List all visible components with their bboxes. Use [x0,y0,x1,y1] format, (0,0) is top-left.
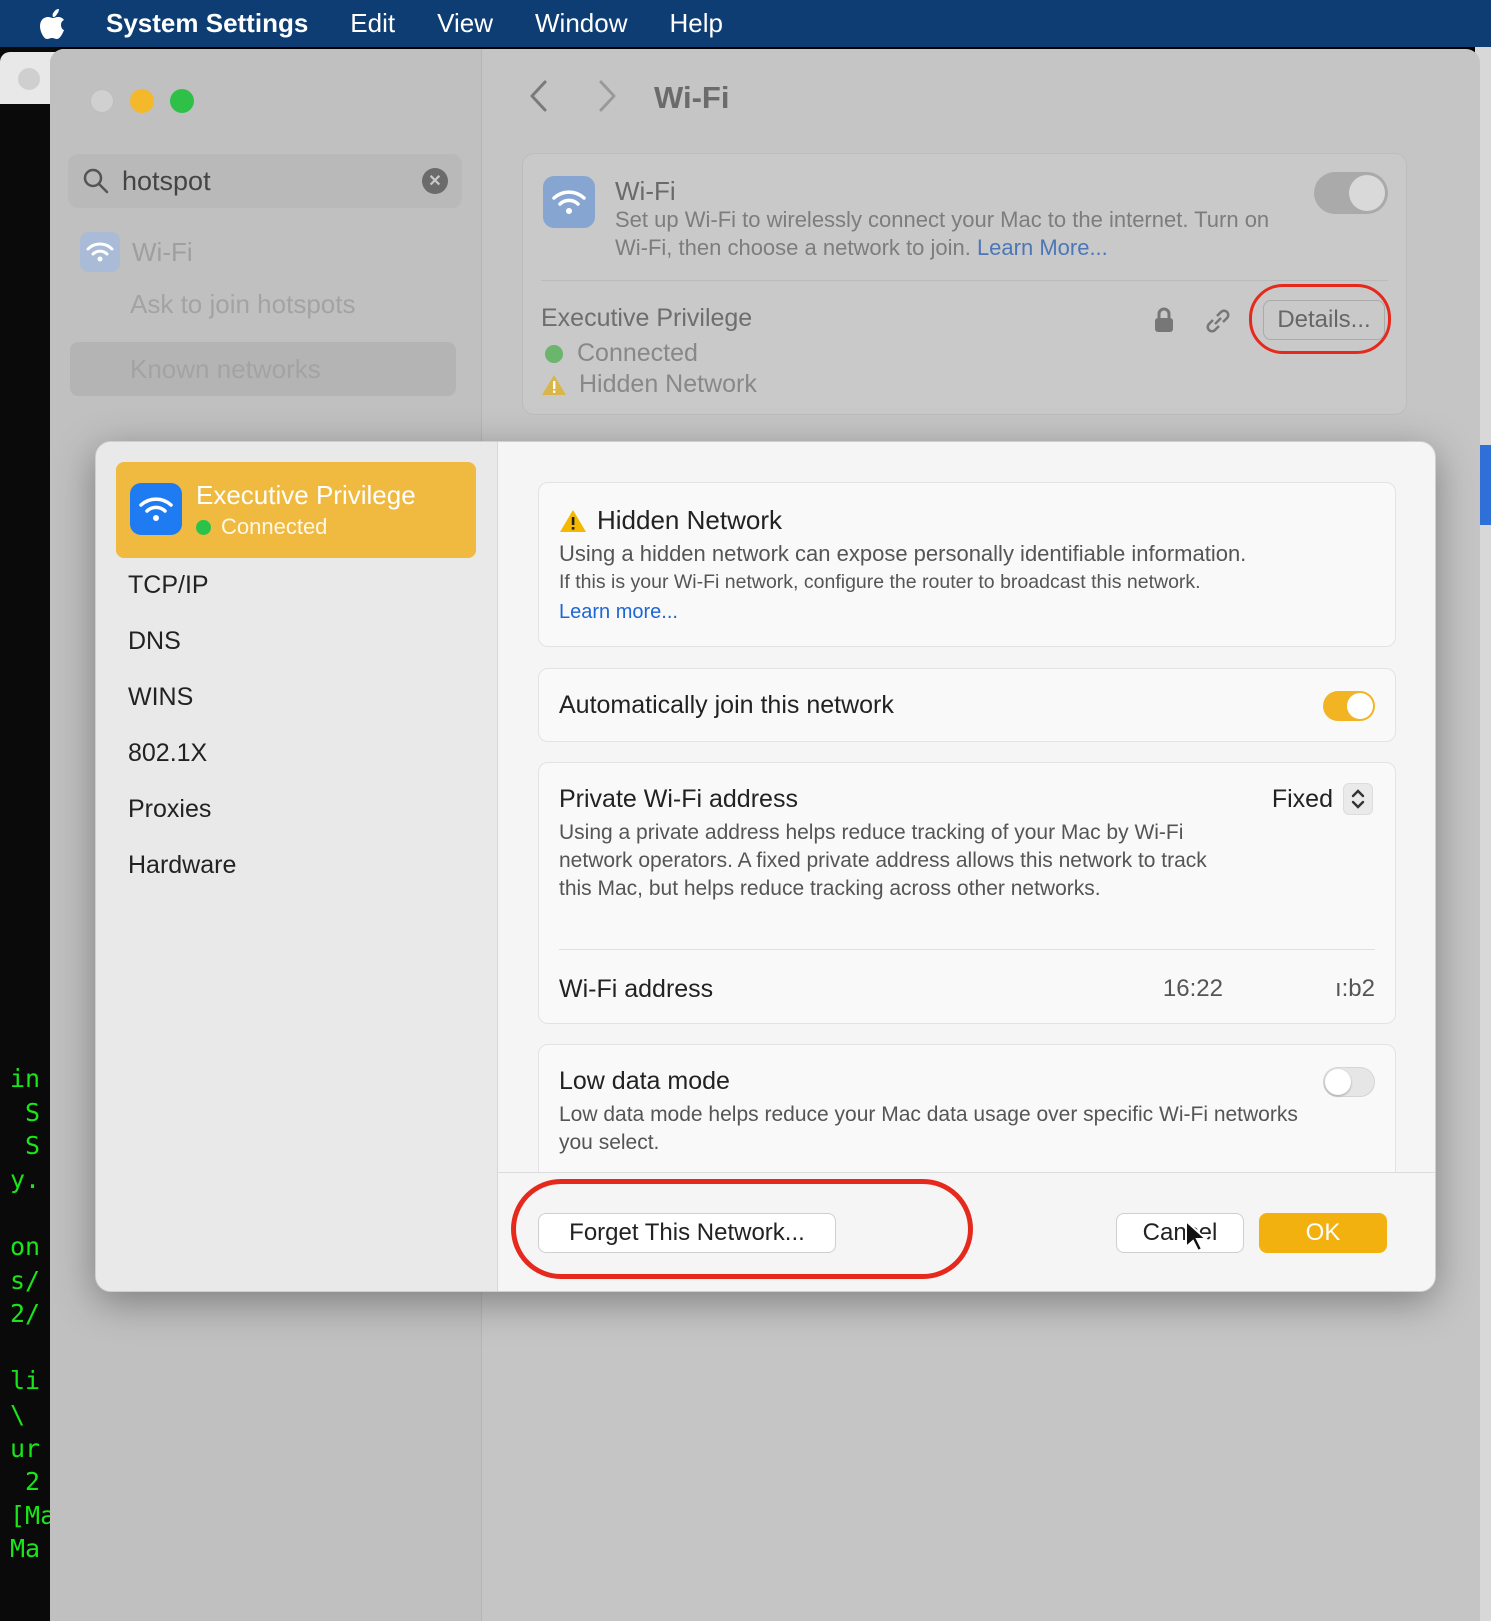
menu-edit[interactable]: Edit [350,8,395,39]
network-details-sheet: Executive Privilege Connected TCP/IP DNS… [95,441,1436,1292]
page-title: Wi-Fi [654,80,730,115]
ok-button[interactable]: OK [1259,1213,1387,1253]
wifi-icon [80,232,120,272]
auto-join-toggle[interactable] [1323,691,1375,721]
connected-dot-icon [196,519,211,535]
updown-chevron-icon [1343,783,1373,815]
sheet-item-dns[interactable]: DNS [128,627,181,656]
sheet-item-8021x[interactable]: 802.1X [128,739,207,768]
network-name: Executive Privilege [541,304,753,332]
link-icon [1203,306,1233,341]
terminal-text: in S S y. on s/ 2/ li \ ur 2 [Ma Ma [10,1064,56,1564]
sheet-item-tcpip[interactable]: TCP/IP [128,571,209,600]
wifi-address-label: Wi-Fi address [559,975,714,1003]
divider [559,949,1375,950]
sheet-item-hardware[interactable]: Hardware [128,851,236,880]
cancel-button[interactable]: Cancel [1116,1213,1244,1253]
network-warning-text: Hidden Network [579,370,757,398]
sheet-sidebar: Executive Privilege Connected TCP/IP DNS… [96,442,498,1291]
wifi-address-start: 16:22 [1162,975,1223,1002]
menu-bar: System Settings Edit View Window Help [0,0,1491,47]
hidden-network-card: Hidden Network Using a hidden network ca… [538,482,1396,647]
wifi-address-value: 16:22 ı:b2 [1163,975,1375,1003]
window-zoom-button[interactable] [170,89,194,113]
sheet-footer: Forget This Network... Cancel OK [498,1172,1435,1291]
lock-icon [1153,306,1175,339]
forget-network-button[interactable]: Forget This Network... [538,1213,836,1253]
sheet-network-status: Connected [196,514,327,540]
search-input[interactable]: hotspot [122,166,422,197]
network-warning: Hidden Network [541,370,757,399]
network-status: Connected [541,339,698,368]
window-minimize-button[interactable] [130,89,154,113]
warning-icon [541,373,567,397]
wifi-title: Wi-Fi [615,176,676,206]
window-close-button[interactable] [90,89,114,113]
low-data-label: Low data mode [559,1067,730,1095]
menu-app-name[interactable]: System Settings [106,8,308,39]
sheet-network-name: Executive Privilege [196,480,416,510]
search-field[interactable]: hotspot ✕ [68,154,462,208]
sidebar-item-known-networks[interactable]: Known networks [70,342,456,396]
hidden-network-desc2: If this is your Wi-Fi network, configure… [559,571,1201,593]
hidden-network-title-text: Hidden Network [597,505,782,535]
private-address-select[interactable]: Fixed [1272,783,1373,815]
private-address-desc: Using a private address helps reduce tra… [559,821,1207,900]
warning-icon [560,509,586,532]
wifi-card: Wi-Fi Set up Wi-Fi to wirelessly connect… [522,153,1407,415]
wifi-description: Set up Wi-Fi to wirelessly connect your … [615,206,1305,262]
menu-window[interactable]: Window [535,8,627,39]
sheet-network-item[interactable]: Executive Privilege Connected [116,462,476,558]
wifi-icon [543,176,595,228]
background-window-close [18,68,40,90]
back-chevron-icon[interactable] [528,79,548,122]
menu-view[interactable]: View [437,8,493,39]
apple-menu-icon[interactable] [38,8,76,40]
sheet-content: Hidden Network Using a hidden network ca… [498,442,1435,1172]
forward-chevron-icon[interactable] [598,79,618,122]
learn-more-link[interactable]: Learn More... [977,235,1108,260]
sidebar-item-wifi[interactable]: Wi-Fi [80,232,193,272]
low-data-desc: Low data mode helps reduce your Mac data… [559,1103,1298,1154]
divider [541,280,1388,281]
private-address-label: Private Wi-Fi address [559,785,798,813]
menu-help[interactable]: Help [669,8,722,39]
sidebar-item-ask-hotspots[interactable]: Ask to join hotspots [130,289,355,320]
wifi-address-end: ı:b2 [1334,975,1375,1002]
low-data-toggle[interactable] [1323,1067,1375,1097]
low-data-card: Low data mode Low data mode helps reduce… [538,1044,1396,1172]
sidebar-wifi-label: Wi-Fi [132,236,193,267]
hidden-network-desc: Using a hidden network can expose person… [559,541,1247,566]
connected-dot-icon [545,344,563,363]
sheet-network-status-text: Connected [221,514,328,539]
mouse-pointer-icon [1184,1218,1209,1258]
hidden-network-title: Hidden Network [559,505,782,536]
network-status-text: Connected [577,339,698,367]
sheet-item-proxies[interactable]: Proxies [128,795,211,824]
wifi-icon [130,483,182,535]
sheet-item-wins[interactable]: WINS [128,683,193,712]
private-address-card: Private Wi-Fi address Fixed Using a priv… [538,762,1396,1024]
clear-search-icon[interactable]: ✕ [422,168,448,194]
auto-join-label: Automatically join this network [559,691,894,719]
private-address-value: Fixed [1271,784,1333,813]
learn-more-link[interactable]: Learn more... [559,601,678,624]
annotation-circle-details [1249,284,1391,354]
search-icon [82,167,112,195]
wifi-toggle[interactable] [1314,172,1388,214]
wifi-description-text: Set up Wi-Fi to wirelessly connect your … [615,207,1270,260]
auto-join-row: Automatically join this network [538,668,1396,742]
